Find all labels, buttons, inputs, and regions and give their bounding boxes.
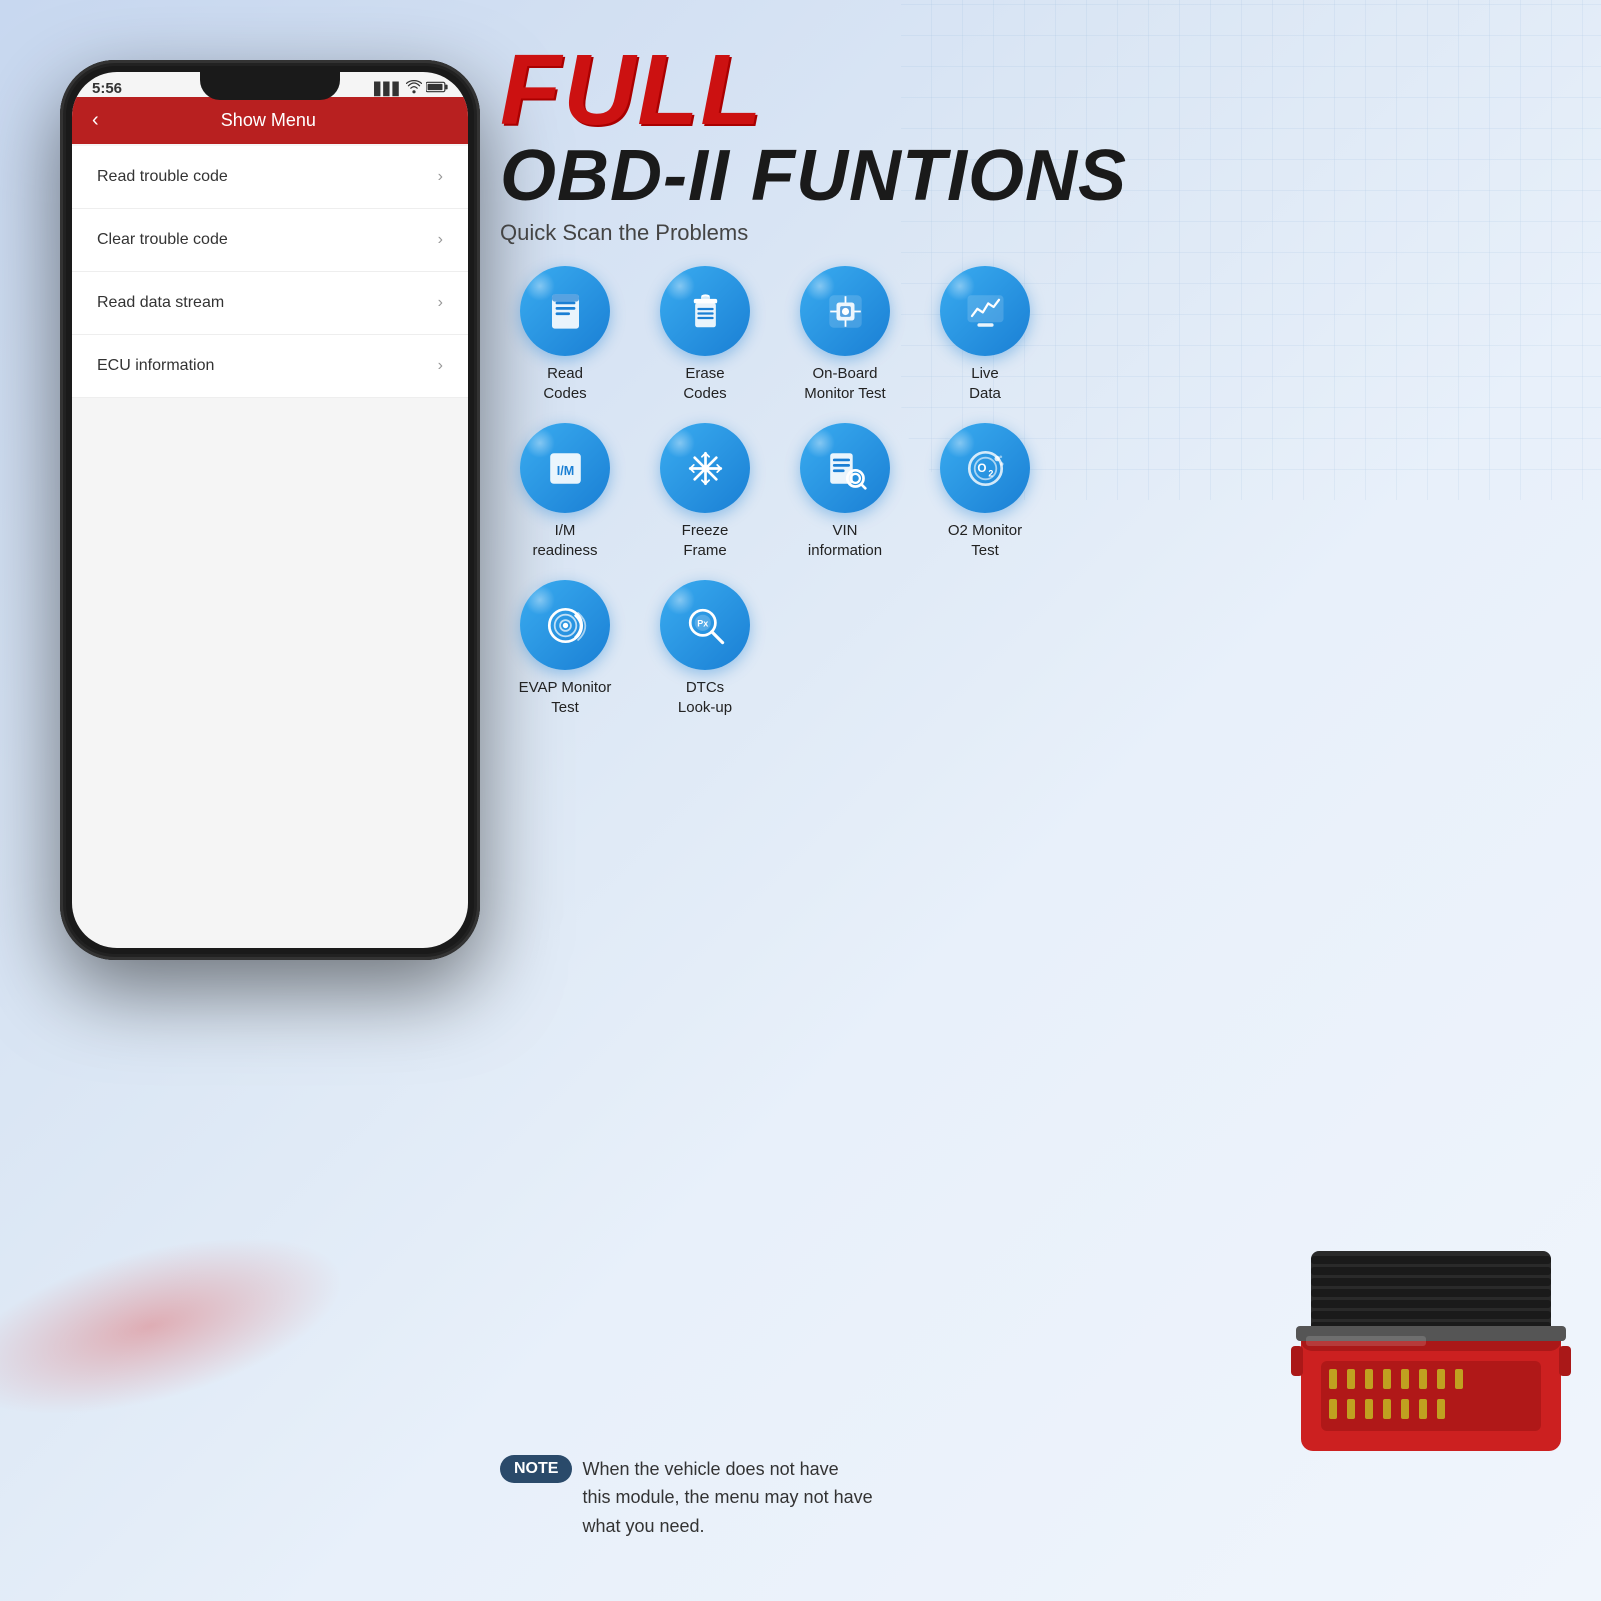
read-data-chevron-icon: › xyxy=(438,294,443,312)
live-data-icon xyxy=(963,289,1008,334)
signal-icon: ▋▋▋ xyxy=(374,82,402,96)
status-time: 5:56 xyxy=(92,80,122,97)
o2-monitor-icon-circle: O 2 xyxy=(940,423,1030,513)
phone-screen: 5:56 ▋▋▋ xyxy=(72,72,468,948)
read-codes-icon-circle xyxy=(520,266,610,356)
icon-item-freeze-frame: FreezeFrame xyxy=(640,423,770,560)
subtitle: Quick Scan the Problems xyxy=(500,220,1581,246)
menu-item-read-data-label: Read data stream xyxy=(97,294,224,312)
note-text: When the vehicle does not havethis modul… xyxy=(582,1455,872,1541)
on-board-monitor-icon-circle xyxy=(800,266,890,356)
erase-codes-icon xyxy=(683,289,728,334)
note-badge: NOTE xyxy=(500,1455,572,1483)
phone-container: 5:56 ▋▋▋ xyxy=(30,60,510,1010)
freeze-frame-label: FreezeFrame xyxy=(682,521,729,560)
icon-item-read-codes: ReadCodes xyxy=(500,266,630,403)
obd-connector xyxy=(1291,1251,1571,1471)
dtcs-lookup-icon: Px xyxy=(683,603,728,648)
read-trouble-chevron-icon: › xyxy=(438,168,443,186)
back-button[interactable]: ‹ xyxy=(92,109,99,132)
menu-item-clear-trouble-label: Clear trouble code xyxy=(97,231,228,249)
menu-item-clear-trouble[interactable]: Clear trouble code › xyxy=(72,209,468,272)
phone-notch xyxy=(200,72,340,100)
vin-info-icon-circle xyxy=(800,423,890,513)
phone-body: 5:56 ▋▋▋ xyxy=(60,60,480,960)
title-full: FULL xyxy=(500,40,1581,140)
wifi-icon xyxy=(406,80,422,97)
o2-monitor-label: O2 MonitorTest xyxy=(948,521,1022,560)
icon-item-im-readiness: I/M I/Mreadiness xyxy=(500,423,630,560)
menu-item-read-trouble[interactable]: Read trouble code › xyxy=(72,146,468,209)
menu-item-ecu-label: ECU information xyxy=(97,357,214,375)
evap-monitor-icon-circle xyxy=(520,580,610,670)
icon-item-vin-info: VINinformation xyxy=(780,423,910,560)
evap-monitor-icon xyxy=(543,603,588,648)
freeze-frame-icon-circle xyxy=(660,423,750,513)
svg-text:2: 2 xyxy=(988,468,993,478)
vin-info-icon xyxy=(823,446,868,491)
icon-item-o2-monitor: O 2 O2 MonitorTest xyxy=(920,423,1050,560)
menu-item-read-trouble-label: Read trouble code xyxy=(97,168,228,186)
svg-text:I/M: I/M xyxy=(556,463,574,477)
svg-text:O: O xyxy=(977,462,986,475)
im-readiness-label: I/Mreadiness xyxy=(532,521,597,560)
live-data-label: LiveData xyxy=(969,364,1001,403)
app-header-title: Show Menu xyxy=(109,110,428,131)
obd-connector-svg xyxy=(1291,1251,1571,1471)
read-codes-label: ReadCodes xyxy=(543,364,586,403)
icon-item-erase-codes: EraseCodes xyxy=(640,266,770,403)
on-board-monitor-icon xyxy=(823,289,868,334)
ecu-chevron-icon: › xyxy=(438,357,443,375)
on-board-monitor-label: On-BoardMonitor Test xyxy=(804,364,885,403)
status-icons: ▋▋▋ xyxy=(374,80,448,97)
dtcs-lookup-label: DTCsLook-up xyxy=(678,678,732,717)
icon-grid: ReadCodes EraseCodes xyxy=(500,266,1581,717)
erase-codes-label: EraseCodes xyxy=(683,364,726,403)
o2-monitor-icon: O 2 xyxy=(963,446,1008,491)
im-readiness-icon-circle: I/M xyxy=(520,423,610,513)
im-readiness-icon: I/M xyxy=(543,446,588,491)
icon-item-evap-monitor: EVAP MonitorTest xyxy=(500,580,630,717)
icon-item-dtcs-lookup: Px DTCsLook-up xyxy=(640,580,770,717)
menu-item-ecu-info[interactable]: ECU information › xyxy=(72,335,468,398)
svg-text:Px: Px xyxy=(697,618,708,628)
icon-item-live-data: LiveData xyxy=(920,266,1050,403)
evap-monitor-label: EVAP MonitorTest xyxy=(519,678,612,717)
freeze-frame-icon xyxy=(683,446,728,491)
left-glow-effect xyxy=(0,1202,363,1450)
live-data-icon-circle xyxy=(940,266,1030,356)
title-section: FULL OBD-II FUNTIONS Quick Scan the Prob… xyxy=(500,40,1581,246)
clear-trouble-chevron-icon: › xyxy=(438,231,443,249)
battery-icon xyxy=(426,81,448,96)
erase-codes-icon-circle xyxy=(660,266,750,356)
note-section: NOTE When the vehicle does not havethis … xyxy=(500,1455,1581,1541)
app-header: ‹ Show Menu xyxy=(72,97,468,144)
dtcs-lookup-icon-circle: Px xyxy=(660,580,750,670)
menu-list: Read trouble code › Clear trouble code ›… xyxy=(72,146,468,398)
read-codes-icon xyxy=(543,289,588,334)
menu-item-read-data-stream[interactable]: Read data stream › xyxy=(72,272,468,335)
title-obdii: OBD-II FUNTIONS xyxy=(500,140,1581,212)
icon-item-on-board-monitor: On-BoardMonitor Test xyxy=(780,266,910,403)
vin-info-label: VINinformation xyxy=(808,521,882,560)
